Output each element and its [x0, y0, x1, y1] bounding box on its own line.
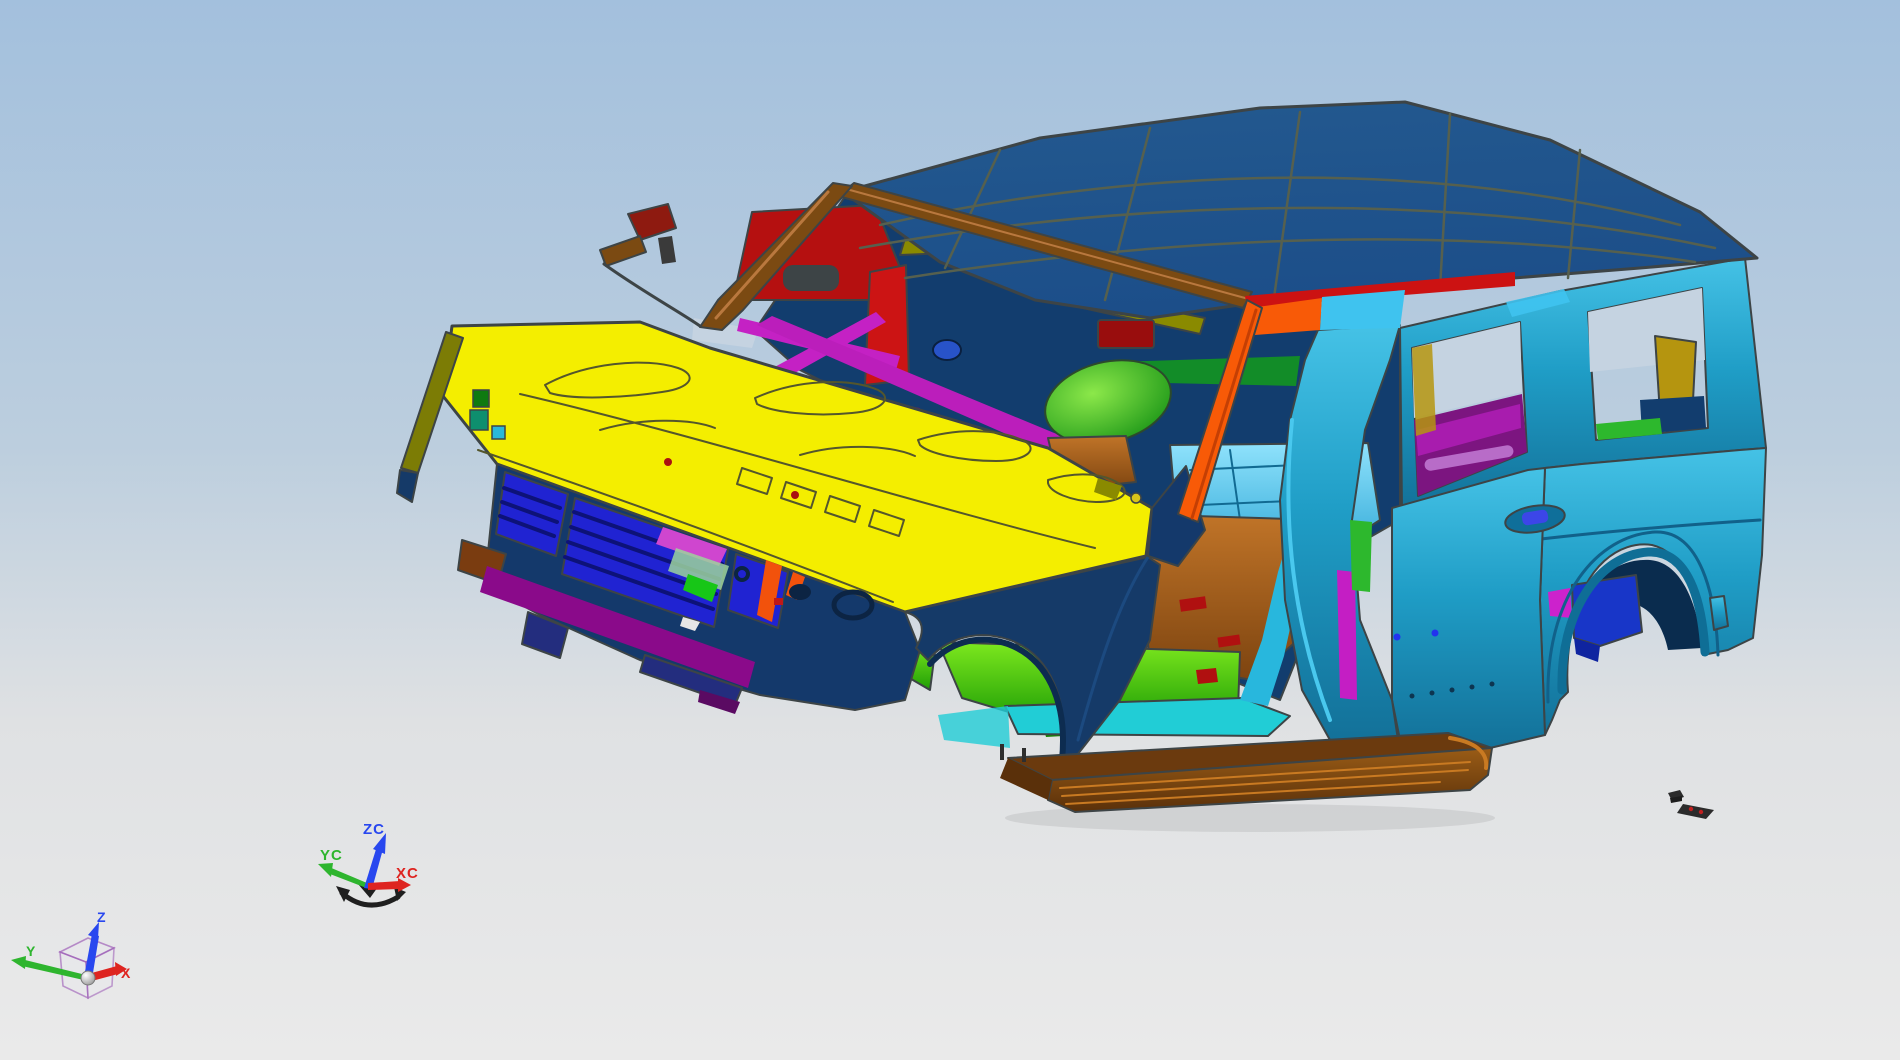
weld-dot: [1429, 690, 1435, 696]
cad-canvas[interactable]: ZC YC XC Z Y X: [0, 0, 1900, 1060]
door-rivet: [1393, 633, 1401, 641]
fender-bit-cyan: [491, 425, 506, 440]
weld-dot: [1449, 687, 1455, 693]
lamp-hole: [789, 584, 811, 600]
weld-dot: [1409, 693, 1415, 699]
b-pillar-strip-green: [1350, 520, 1372, 592]
rear-door[interactable]: [1391, 467, 1567, 749]
rocker-pin: [1022, 748, 1026, 762]
abs-origin-sphere[interactable]: [80, 970, 96, 986]
floor-pad-red-mark: [1196, 668, 1218, 684]
rear-bracket-tab: [1709, 595, 1729, 631]
wcs-x-label: XC: [396, 865, 419, 882]
header-grab-handle-cutout: [783, 265, 839, 291]
weld-dot: [1489, 681, 1495, 687]
speaker-hole-blue: [932, 339, 962, 361]
hinge-dot-gold: [1130, 492, 1142, 504]
weld-dot: [1469, 684, 1475, 690]
rocker-pin: [1000, 744, 1004, 760]
abs-z-label: Z: [97, 909, 106, 925]
sill-inner-cyan[interactable]: [1004, 697, 1291, 737]
front-bit-red: [774, 598, 783, 605]
hood-dot-red: [791, 491, 799, 499]
cargo-gold-piece[interactable]: [1412, 344, 1436, 436]
hood-dot-red: [664, 458, 672, 466]
cad-viewport[interactable]: ZC YC XC Z Y X: [0, 0, 1900, 1060]
fender-bit-green: [472, 389, 490, 408]
wcs-z-label: ZC: [363, 821, 385, 838]
plate-dot-red: [1688, 806, 1694, 812]
fender-bit-teal: [469, 409, 489, 431]
arch-box-blue[interactable]: [1571, 574, 1643, 647]
abs-x-label: X: [121, 965, 131, 981]
inner-panel-red[interactable]: [1097, 319, 1155, 349]
wcs-y-label: YC: [320, 847, 343, 864]
abs-y-label: Y: [26, 943, 36, 959]
door-rivet: [1431, 629, 1439, 637]
plate-dot-red: [1698, 809, 1704, 815]
